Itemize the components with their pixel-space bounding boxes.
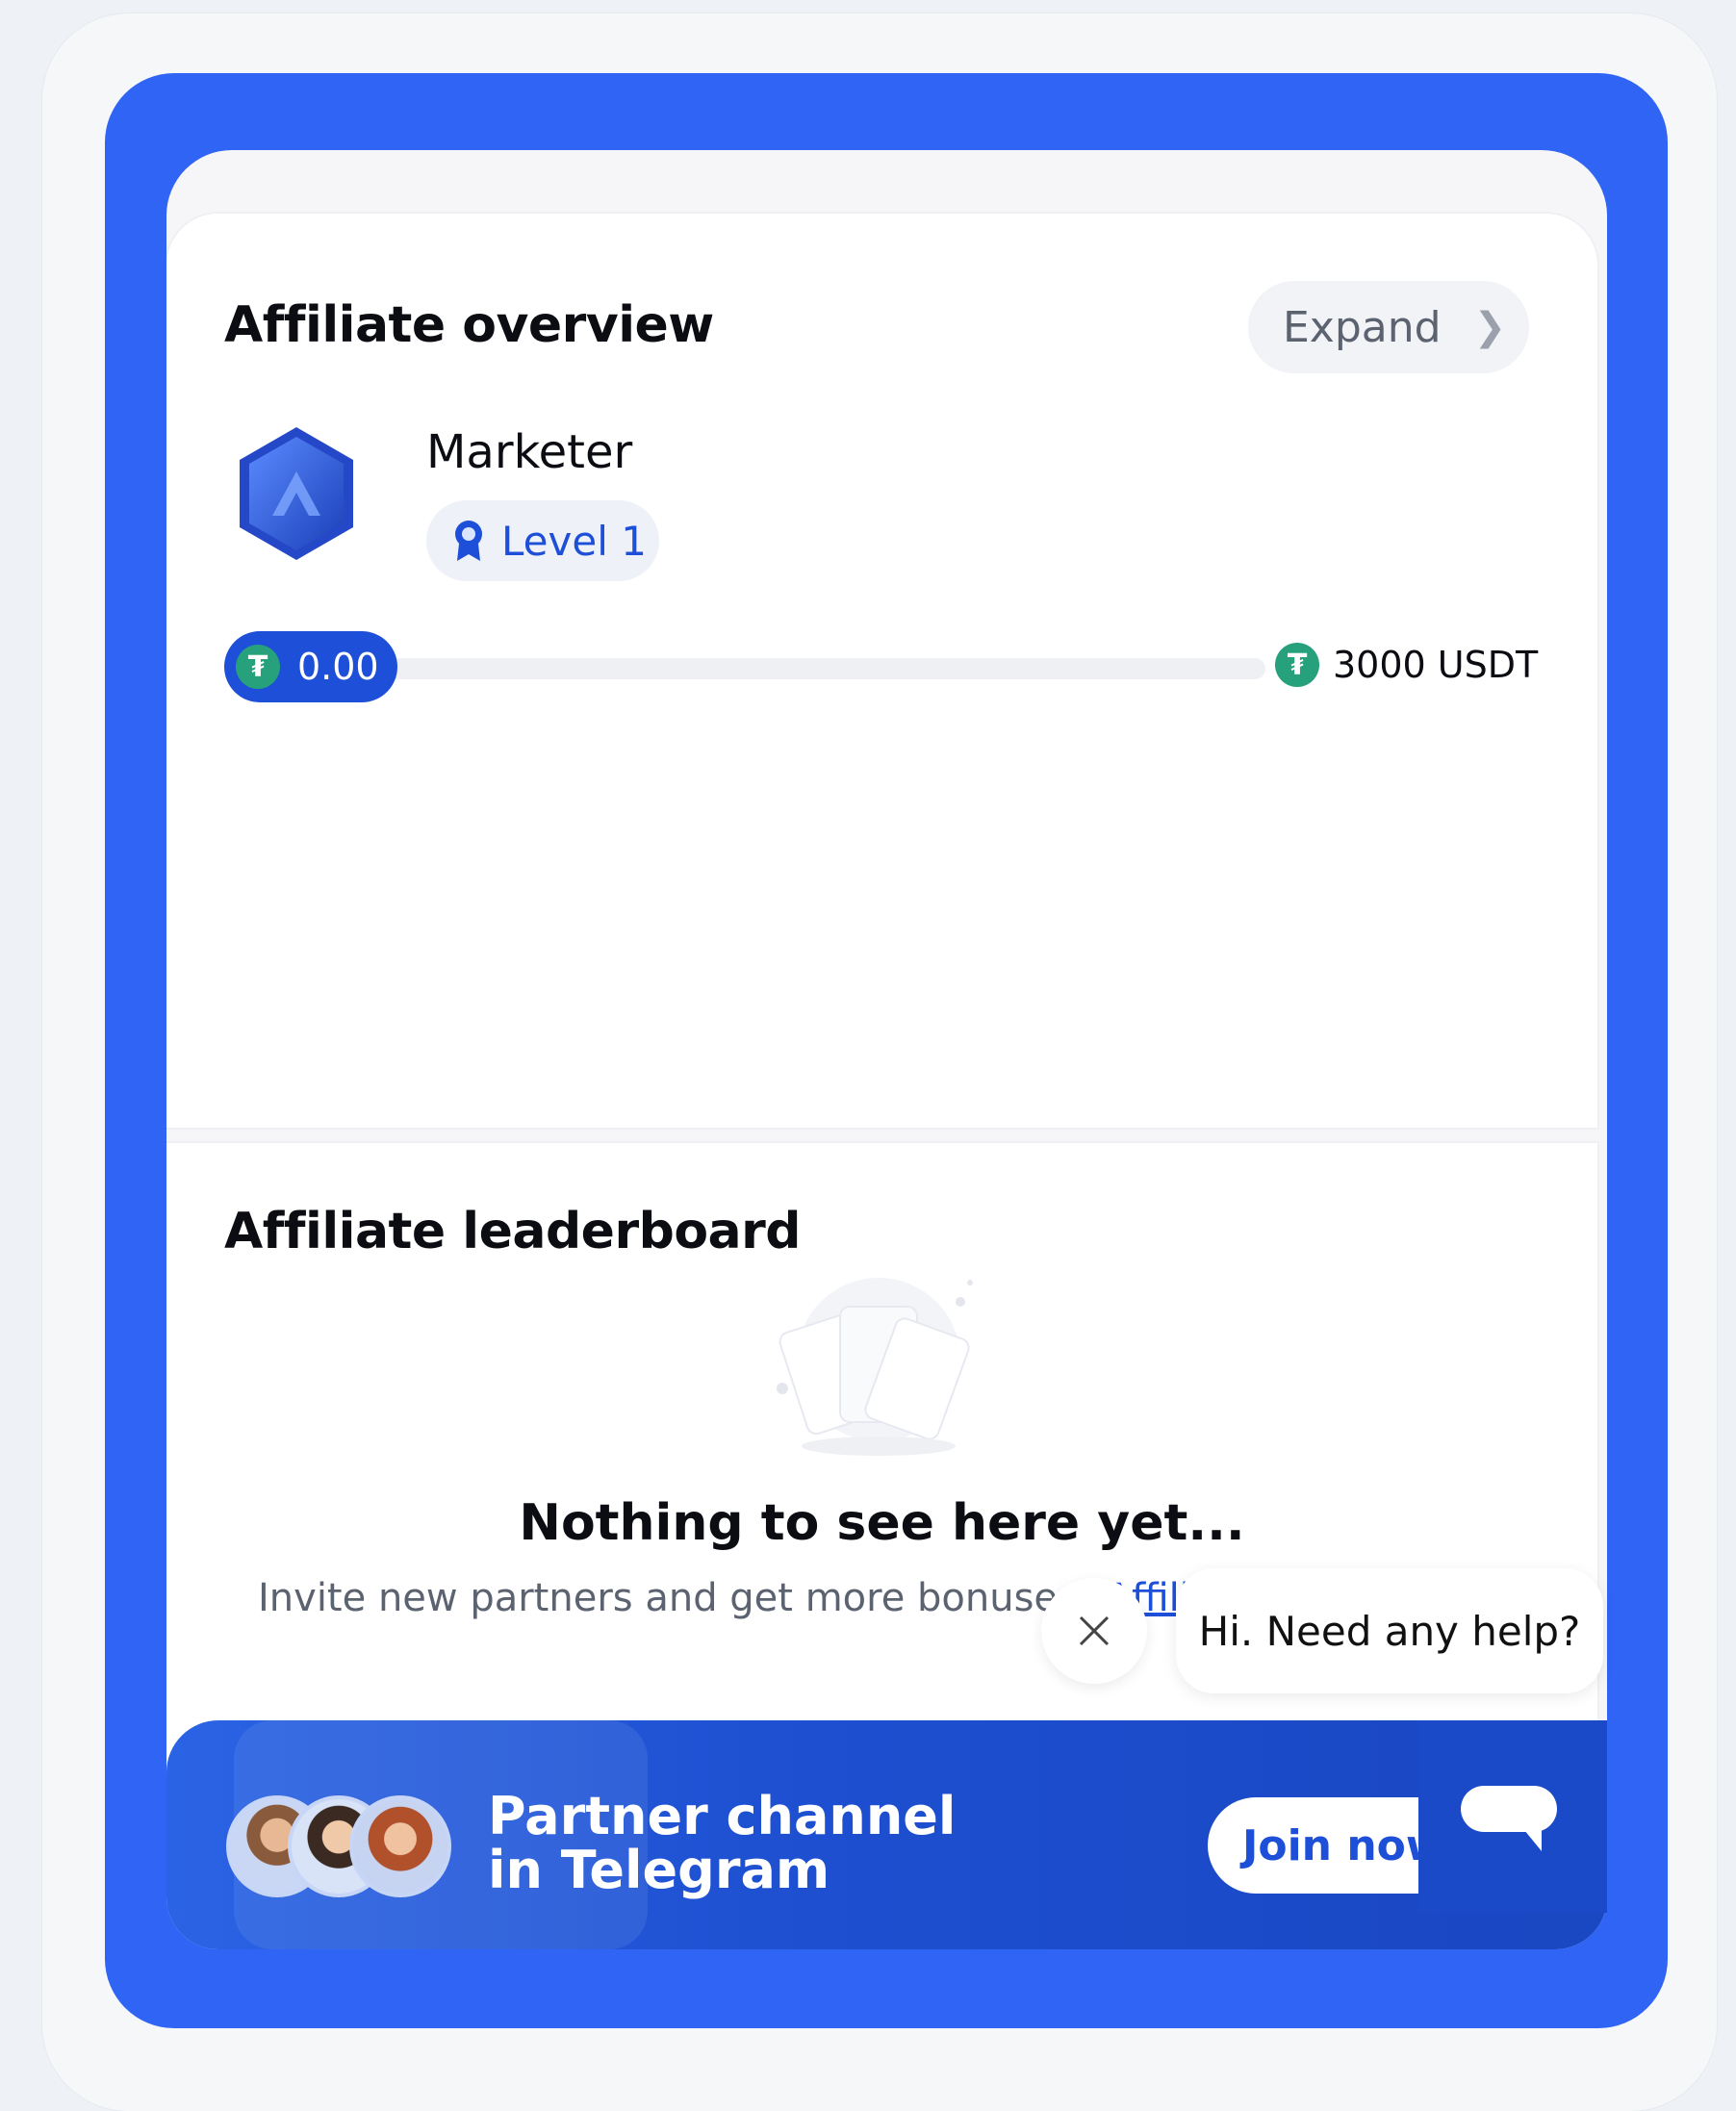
chat-bubble-icon (1461, 1786, 1557, 1851)
help-message-bubble[interactable]: Hi. Need any help? (1176, 1568, 1603, 1693)
join-now-button[interactable]: Join now (1208, 1797, 1435, 1894)
role-name: Marketer (426, 425, 633, 479)
avatar (349, 1795, 451, 1897)
tether-coin-icon: ₮ (1275, 643, 1319, 687)
tether-coin-icon: ₮ (236, 645, 280, 689)
level-badge: Level 1 (426, 500, 659, 581)
telegram-banner[interactable]: Partner channel in Telegram Join now (166, 1720, 1607, 1949)
avatar-group (226, 1795, 457, 1901)
progress-target: ₮ 3000 USDT (1275, 643, 1538, 687)
affiliate-overview-card: Affiliate overview Expand ❯ Marketer Lev… (166, 214, 1597, 1128)
chevron-right-icon: ❯ (1473, 305, 1507, 349)
banner-title: Partner channel in Telegram (488, 1786, 957, 1900)
progress-current-value: 0.00 (297, 646, 379, 688)
empty-cards-illustration (777, 1278, 973, 1456)
close-help-button[interactable] (1041, 1578, 1147, 1684)
expand-label: Expand (1283, 302, 1442, 352)
progress-current: ₮ 0.00 (224, 631, 397, 702)
progress-target-value: 3000 USDT (1333, 644, 1539, 686)
expand-button[interactable]: Expand ❯ (1248, 281, 1529, 373)
overview-title: Affiliate overview (224, 296, 714, 354)
award-ribbon-icon (455, 521, 482, 561)
empty-state-message: Invite new partners and get more bonuses… (258, 1576, 1093, 1620)
level-label: Level 1 (501, 517, 647, 565)
leaderboard-title: Affiliate leaderboard (224, 1203, 802, 1260)
close-icon (1079, 1615, 1110, 1646)
empty-state-title: Nothing to see here yet... (519, 1494, 1245, 1552)
hexagon-badge-icon (240, 427, 353, 560)
